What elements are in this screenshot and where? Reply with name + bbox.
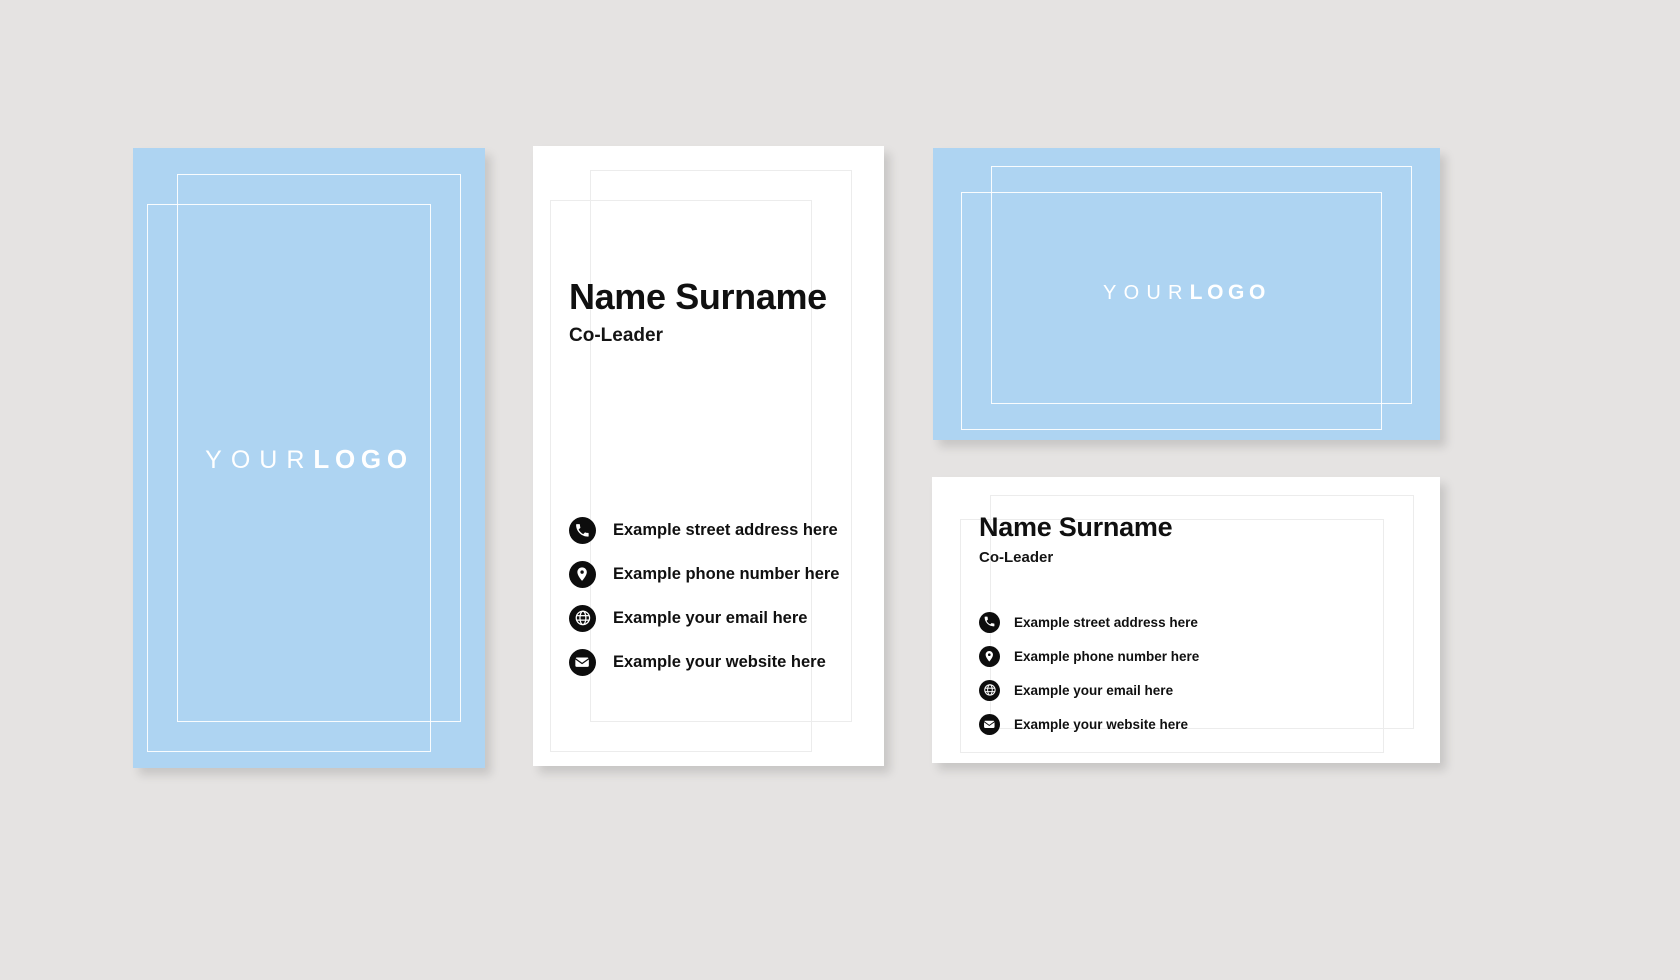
phone-icon (569, 516, 596, 544)
contact-label: Example phone number here (613, 564, 840, 583)
contact-list: Example street address here Example phone… (569, 508, 839, 684)
logo-lockup: YOURLOGO (933, 281, 1440, 305)
contact-row[interactable]: Example your website here (979, 707, 1199, 741)
person-role: Co-Leader (569, 325, 663, 346)
person-name: Name Surname (979, 512, 1173, 542)
logo-bold-text: LOGO (313, 444, 413, 474)
contact-list: Example street address here Example phone… (979, 605, 1199, 741)
location-icon (979, 645, 1000, 667)
contact-row[interactable]: Example your email here (979, 673, 1199, 707)
contact-label: Example your email here (1014, 682, 1174, 698)
identity-block: Name Surname Co-Leader (979, 512, 1173, 566)
contact-label: Example street address here (613, 520, 838, 539)
contact-row[interactable]: Example street address here (569, 508, 839, 552)
contact-label: Example your website here (1014, 716, 1189, 732)
person-name: Name Surname (569, 276, 827, 317)
contact-row[interactable]: Example street address here (979, 605, 1199, 639)
logo-lockup: YOURLOGO (133, 444, 485, 475)
front-horizontal-card[interactable]: Name Surname Co-Leader Example street ad… (932, 477, 1440, 763)
envelope-icon (569, 648, 596, 676)
deco-frame-rect-inner (147, 204, 431, 752)
logo-bold-text: LOGO (1189, 281, 1270, 304)
contact-row[interactable]: Example your website here (569, 640, 839, 684)
globe-icon (569, 604, 596, 632)
contact-label: Example street address here (1014, 614, 1198, 630)
location-icon (569, 560, 596, 588)
contact-label: Example your website here (613, 652, 826, 671)
contact-label: Example your email here (613, 608, 808, 627)
envelope-icon (979, 713, 1000, 735)
person-role: Co-Leader (979, 549, 1054, 566)
identity-block: Name Surname Co-Leader (569, 276, 827, 347)
front-vertical-card[interactable]: Name Surname Co-Leader Example street ad… (533, 146, 884, 766)
deco-frame-rect-inner (961, 192, 1382, 430)
back-vertical-card[interactable]: YOURLOGO (133, 148, 485, 768)
globe-icon (979, 679, 1000, 701)
contact-row[interactable]: Example phone number here (569, 552, 839, 596)
contact-row[interactable]: Example your email here (569, 596, 839, 640)
back-horizontal-card[interactable]: YOURLOGO (933, 148, 1440, 440)
mockup-canvas: YOURLOGO Name Surname Co-Leader Example … (0, 0, 1680, 980)
logo-thin-text: YOUR (1103, 282, 1190, 304)
contact-row[interactable]: Example phone number here (979, 639, 1199, 673)
phone-icon (979, 611, 1000, 633)
logo-thin-text: YOUR (205, 446, 314, 474)
contact-label: Example phone number here (1014, 648, 1200, 664)
